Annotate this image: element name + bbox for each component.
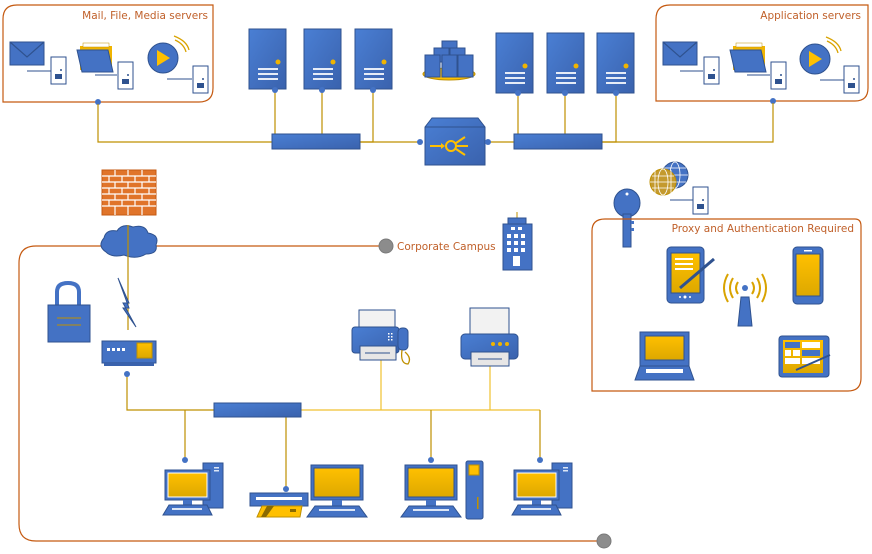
corporate-building-icon [502, 212, 533, 271]
workstation-pc-card-reader [249, 464, 368, 518]
media-player-icon [147, 35, 209, 94]
network-diagram: Mail, File, Media servers Application se… [2, 4, 869, 549]
group-label-proxy: Proxy and Authentication Required [672, 223, 854, 235]
firewall-icon [101, 169, 157, 216]
group-label-mail-file-media: Mail, File, Media servers [82, 10, 208, 22]
media-player-icon [799, 36, 860, 94]
folder-icon [76, 42, 134, 90]
tablet-icon [778, 335, 831, 378]
workstation-pc-tower [400, 457, 484, 520]
server-rack-right [495, 32, 635, 96]
printer-icon [460, 307, 519, 367]
mail-icon [9, 41, 67, 85]
mail-file-media-servers-group: Mail, File, Media servers [2, 4, 214, 105]
group-label-application: Application servers [760, 10, 861, 22]
authentication-key-icon [613, 188, 641, 248]
security-lock-icon [47, 280, 91, 343]
workstation-pc-1 [162, 457, 224, 516]
fax-machine-icon [351, 309, 411, 365]
server-farm-icon [422, 40, 476, 81]
pda-icon [666, 246, 715, 304]
lan-switch-icon [213, 402, 302, 418]
smartphone-icon [792, 246, 824, 305]
mail-icon [662, 41, 720, 85]
laptop-icon [634, 331, 695, 381]
wan-link-lightning-icon [117, 277, 137, 328]
switch-left-icon [271, 133, 361, 150]
proxy-authentication-group: Proxy and Authentication Required [591, 218, 862, 392]
campus-label: Corporate Campus [397, 241, 496, 253]
folder-icon [729, 42, 787, 90]
workstation-pc-2 [511, 457, 573, 516]
wireless-access-point-icon [723, 273, 767, 327]
router-icon [101, 340, 157, 377]
server-rack-left [248, 28, 393, 93]
corporate-campus-boundary: Corporate Campus [18, 238, 612, 549]
load-balancer-icon [417, 117, 491, 166]
internet-cloud-icon [100, 225, 158, 258]
application-servers-group: Application servers [655, 4, 869, 104]
switch-right-icon [513, 133, 603, 150]
web-server-icon [649, 161, 709, 215]
